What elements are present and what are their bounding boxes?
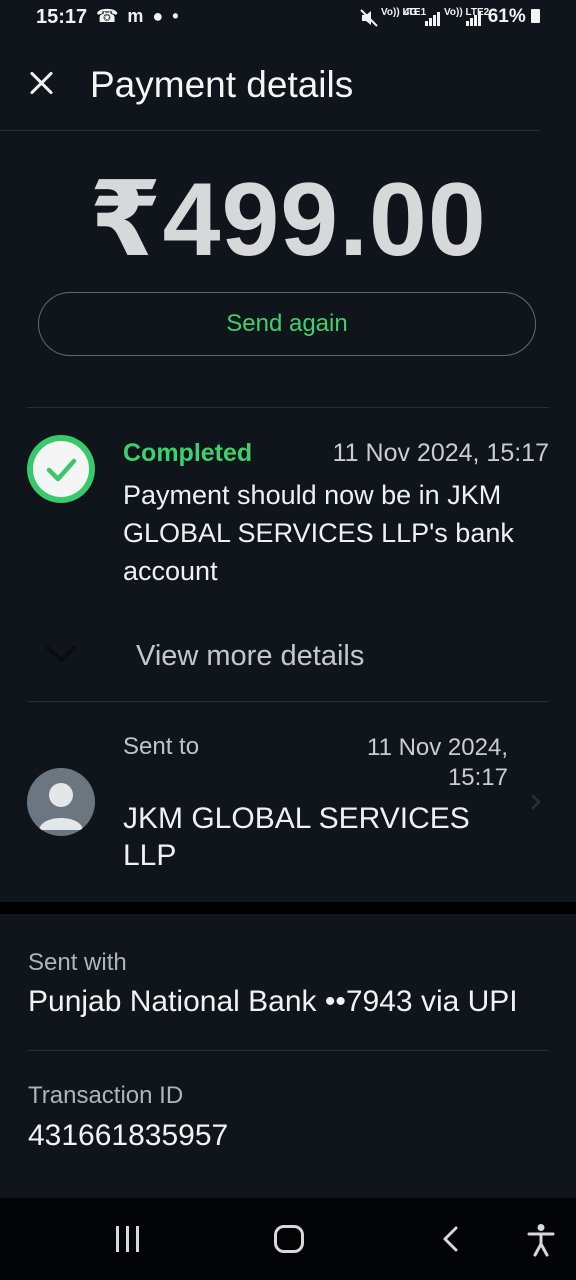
status-bar: 15:17 ☎ m ● • Vo)) LTE1 4G Vo)) LTE2 61% — [0, 0, 576, 36]
close-icon[interactable] — [24, 66, 58, 100]
section-divider-2 — [27, 701, 549, 702]
section-divider-3 — [27, 1050, 549, 1051]
avatar — [27, 768, 95, 836]
sent-to-timestamp: 11 Nov 2024, 15:17 — [367, 734, 508, 791]
accessibility-icon[interactable] — [526, 1223, 556, 1257]
mute-icon — [360, 8, 378, 31]
back-icon[interactable] — [440, 1225, 462, 1253]
notification-icons: ☎ m ● • — [96, 6, 181, 26]
chevron-right-icon — [528, 792, 544, 812]
section-divider — [27, 407, 549, 408]
status-label: Completed — [123, 439, 253, 467]
sent-with-value: Punjab National Bank ••7943 via UPI — [28, 985, 518, 1018]
system-nav-bar — [0, 1198, 576, 1280]
payment-amount: ₹499.00 — [89, 162, 487, 278]
signal-bars-icon-2 — [466, 8, 482, 26]
page-title: Payment details — [90, 64, 354, 105]
chevron-down-icon[interactable] — [44, 640, 78, 668]
signal-bars-icon — [425, 8, 441, 26]
recents-icon[interactable] — [114, 1226, 142, 1252]
section-separator — [0, 902, 576, 914]
status-time: 15:17 — [36, 6, 88, 28]
status-timestamp: 11 Nov 2024, 15:17 — [332, 439, 549, 467]
sent-with-label: Sent with — [28, 949, 127, 976]
recipient-name: JKM GLOBAL SERVICES LLP — [123, 802, 470, 872]
transaction-id-label: Transaction ID — [28, 1082, 184, 1109]
send-again-button[interactable]: Send again — [38, 292, 536, 356]
status-message: Payment should now be in JKM GLOBAL SERV… — [123, 480, 514, 586]
header-divider — [0, 130, 540, 131]
check-circle-icon — [27, 435, 95, 503]
view-more-details-link[interactable]: View more details — [136, 640, 364, 673]
network-type: 4G — [404, 7, 418, 18]
transaction-id-value: 431661835957 — [28, 1119, 229, 1152]
app-header: Payment details — [0, 48, 576, 128]
home-icon[interactable] — [274, 1225, 304, 1253]
battery-level: 61% — [488, 6, 540, 28]
battery-icon — [531, 9, 540, 23]
sent-to-label: Sent to — [123, 733, 200, 760]
